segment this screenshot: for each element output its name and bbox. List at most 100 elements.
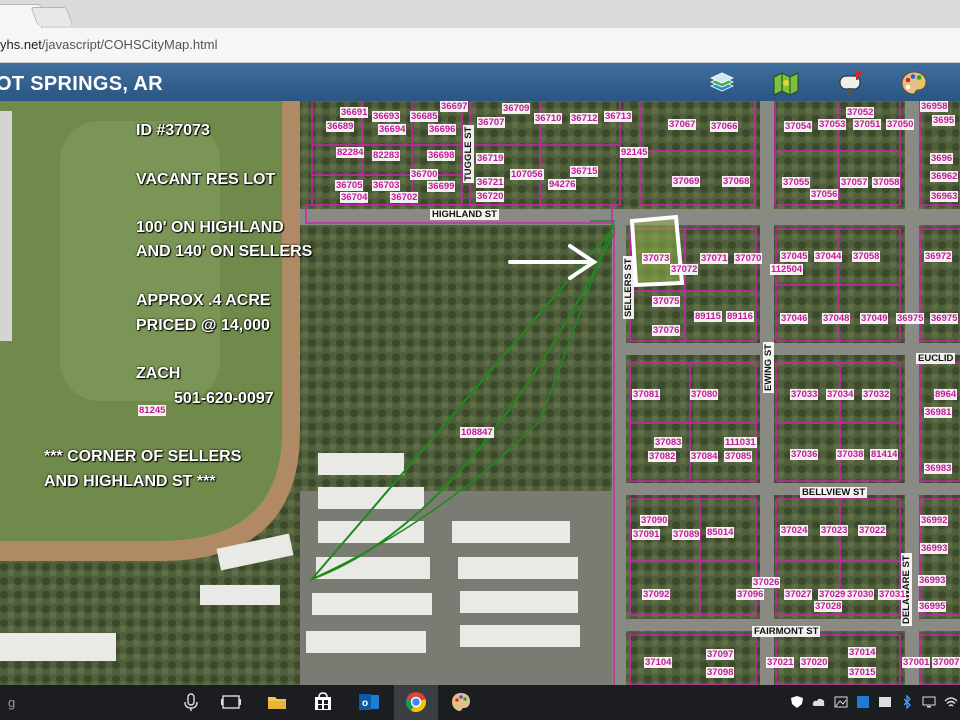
- parcel-label[interactable]: 37068: [722, 176, 751, 187]
- parcel-label[interactable]: 37082: [648, 451, 677, 462]
- parcel-label[interactable]: 36700: [410, 169, 439, 180]
- parcel-label[interactable]: 37027: [784, 589, 813, 600]
- parcel-label[interactable]: 36696: [428, 124, 457, 135]
- outlook-tray-icon[interactable]: [856, 695, 870, 709]
- parcel-label[interactable]: 37096: [736, 589, 765, 600]
- parcel-label[interactable]: 37021: [766, 657, 795, 668]
- parcel-label[interactable]: 3696: [930, 153, 954, 164]
- parcel-label[interactable]: 94276: [548, 179, 577, 190]
- parcel-label[interactable]: 37070: [734, 253, 763, 264]
- parcel-label[interactable]: 8964: [934, 389, 958, 400]
- parcel-label[interactable]: 37092: [642, 589, 671, 600]
- parcel-label[interactable]: 37089: [672, 529, 701, 540]
- microphone-icon[interactable]: [180, 691, 202, 713]
- parcel-label[interactable]: 36699: [427, 181, 456, 192]
- parcel-label[interactable]: 37036: [790, 449, 819, 460]
- parcel-label[interactable]: 37076: [652, 325, 681, 336]
- mailbox-icon[interactable]: [836, 69, 864, 97]
- parcel-label[interactable]: 37023: [820, 525, 849, 536]
- parcel-label[interactable]: 37085: [724, 451, 753, 462]
- parcel-label[interactable]: 36707: [477, 117, 506, 128]
- parcel-label[interactable]: 37091: [632, 529, 661, 540]
- parcel-label[interactable]: 37014: [848, 647, 877, 658]
- parcel-label[interactable]: 37084: [690, 451, 719, 462]
- parcel-label[interactable]: 37038: [836, 449, 865, 460]
- task-view-icon[interactable]: [220, 691, 242, 713]
- parcel-label[interactable]: 82283: [372, 150, 401, 161]
- parcel-label[interactable]: 36720: [476, 191, 505, 202]
- parcel-label[interactable]: 37048: [822, 313, 851, 324]
- parcel-label[interactable]: 37015: [848, 667, 877, 678]
- parcel-label[interactable]: 36972: [924, 251, 953, 262]
- parcel-label[interactable]: 37046: [780, 313, 809, 324]
- parcel-label[interactable]: 37081: [632, 389, 661, 400]
- bluetooth-icon[interactable]: [900, 695, 914, 709]
- shield-icon[interactable]: [790, 695, 804, 709]
- address-bar[interactable]: yhs.net/javascript/COHSCityMap.html: [0, 28, 960, 63]
- parcel-label[interactable]: 37007: [932, 657, 960, 668]
- layers-icon[interactable]: [708, 69, 736, 97]
- parcel-label[interactable]: 89116: [726, 311, 754, 322]
- parcel-label[interactable]: 37057: [840, 177, 869, 188]
- parcel-label[interactable]: 37066: [710, 121, 739, 132]
- store-icon[interactable]: [312, 691, 334, 713]
- url-text[interactable]: yhs.net/javascript/COHSCityMap.html: [0, 37, 217, 52]
- parcel-label[interactable]: 37075: [652, 296, 681, 307]
- map-view[interactable]: ID #37073 VACANT RES LOT 100' ON HIGHLAN…: [0, 101, 960, 685]
- parcel-label[interactable]: 36691: [340, 107, 369, 118]
- parcel-label[interactable]: 36689: [326, 121, 355, 132]
- map-icon[interactable]: [772, 69, 800, 97]
- parcel-label[interactable]: 36992: [920, 515, 949, 526]
- parcel-label[interactable]: 37024: [780, 525, 809, 536]
- parcel-label[interactable]: 36703: [372, 180, 401, 191]
- parcel-label[interactable]: 36713: [604, 111, 633, 122]
- parcel-label[interactable]: 81245: [138, 405, 167, 416]
- parcel-label[interactable]: 36993: [918, 575, 947, 586]
- parcel-label[interactable]: 37044: [814, 251, 843, 262]
- parcel-label[interactable]: 37055: [782, 177, 811, 188]
- parcel-label[interactable]: 37098: [706, 667, 735, 678]
- parcel-label[interactable]: 36981: [924, 407, 953, 418]
- parcel-label[interactable]: 37050: [886, 119, 915, 130]
- parcel-label[interactable]: 108847: [460, 427, 494, 438]
- parcel-label[interactable]: 36710: [534, 113, 563, 124]
- image-icon[interactable]: [834, 695, 848, 709]
- parcel-label[interactable]: 37026: [752, 577, 781, 588]
- parcel-label[interactable]: 36983: [924, 463, 953, 474]
- parcel-label[interactable]: 37080: [690, 389, 719, 400]
- parcel-label[interactable]: 37090: [640, 515, 669, 526]
- parcel-label[interactable]: 36712: [570, 113, 599, 124]
- parcel-label[interactable]: 37030: [846, 589, 875, 600]
- parcel-label[interactable]: 37001: [902, 657, 931, 668]
- parcel-label[interactable]: 37058: [872, 177, 901, 188]
- parcel-label[interactable]: 36694: [378, 124, 407, 135]
- parcel-label[interactable]: 36685: [410, 111, 439, 122]
- new-tab-button[interactable]: [30, 7, 74, 26]
- parcel-label[interactable]: 36709: [502, 103, 531, 114]
- parcel-label[interactable]: 37097: [706, 649, 735, 660]
- parcel-label[interactable]: 36995: [918, 601, 947, 612]
- parcel-label[interactable]: 92145: [620, 147, 649, 158]
- parcel-label[interactable]: 36958: [920, 101, 949, 112]
- parcel-label[interactable]: 81414: [870, 449, 899, 460]
- parcel-label[interactable]: 89115: [694, 311, 722, 322]
- parcel-label[interactable]: 36702: [390, 192, 419, 203]
- parcel-label[interactable]: 85014: [706, 527, 735, 538]
- parcel-label[interactable]: 37072: [670, 264, 699, 275]
- parcel-label[interactable]: 37032: [862, 389, 891, 400]
- parcel-label[interactable]: 37073: [642, 253, 671, 264]
- parcel-label[interactable]: 36721: [476, 177, 505, 188]
- parcel-label[interactable]: 37033: [790, 389, 819, 400]
- parcel-label[interactable]: 37052: [846, 107, 875, 118]
- parcel-label[interactable]: 36975: [896, 313, 925, 324]
- parcel-label[interactable]: 37020: [800, 657, 829, 668]
- parcel-label[interactable]: 112504: [770, 264, 804, 275]
- parcel-label[interactable]: 37053: [818, 119, 847, 130]
- parcel-label[interactable]: 111031: [724, 437, 757, 448]
- parcel-label[interactable]: 37031: [878, 589, 907, 600]
- parcel-label[interactable]: 37028: [814, 601, 843, 612]
- parcel-label[interactable]: 36993: [920, 543, 949, 554]
- parcel-label[interactable]: 37067: [668, 119, 697, 130]
- parcel-label[interactable]: 37056: [810, 189, 839, 200]
- parcel-label[interactable]: 36975: [930, 313, 959, 324]
